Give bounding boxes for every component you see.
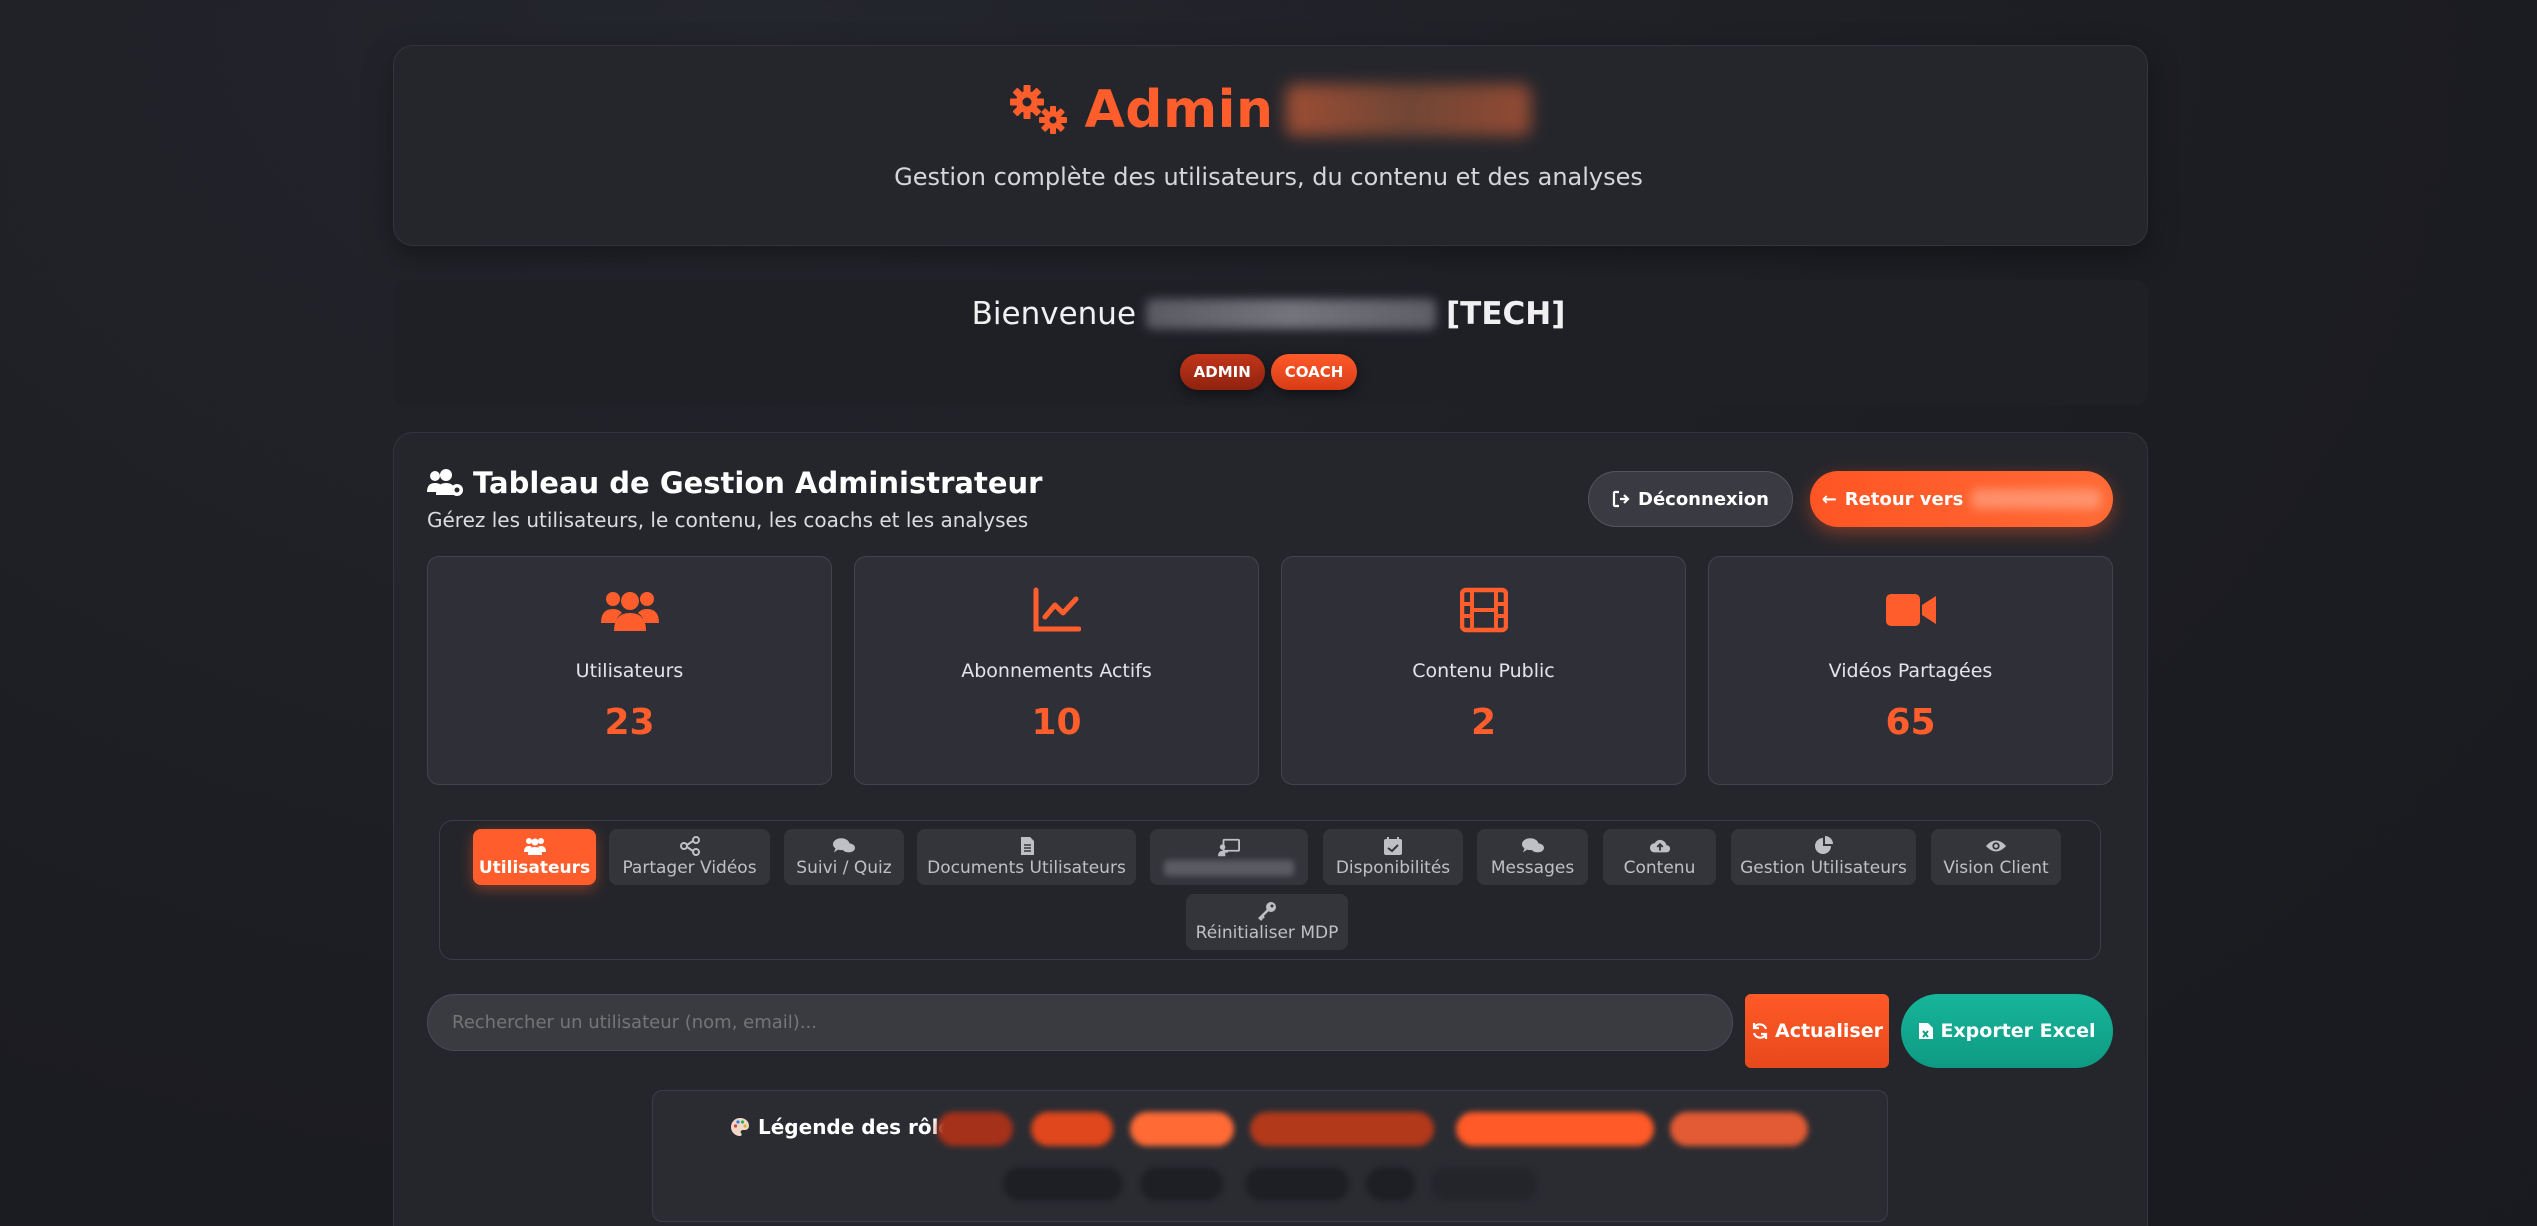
pie-chart-icon xyxy=(1814,836,1833,854)
tab-user-documents[interactable]: Documents Utilisateurs xyxy=(917,829,1136,885)
panel-title: Tableau de Gestion Administrateur xyxy=(427,466,1042,500)
stat-value: 65 xyxy=(1885,702,1936,743)
stat-label: Vidéos Partagées xyxy=(1828,660,1993,682)
legend-chip-redacted xyxy=(1245,1167,1349,1201)
stat-card-users: Utilisateurs 23 xyxy=(427,556,832,785)
document-icon xyxy=(1020,837,1034,855)
tab-follow-quiz[interactable]: Suivi / Quiz xyxy=(784,829,904,885)
stat-label: Contenu Public xyxy=(1412,660,1555,682)
refresh-label: Actualiser xyxy=(1775,1020,1883,1042)
sign-out-icon xyxy=(1612,490,1630,508)
export-excel-button[interactable]: Exporter Excel xyxy=(1901,994,2113,1068)
users-cog-icon xyxy=(427,469,463,496)
tab-label: Contenu xyxy=(1623,858,1696,878)
film-icon xyxy=(1459,587,1508,633)
stat-value: 10 xyxy=(1031,702,1082,743)
legend-chip-redacted xyxy=(1031,1112,1113,1146)
users-icon xyxy=(523,838,546,855)
chart-line-icon xyxy=(1033,587,1081,632)
tab-label: Suivi / Quiz xyxy=(796,858,892,878)
tab-users[interactable]: Utilisateurs xyxy=(473,829,596,885)
tab-content[interactable]: Contenu xyxy=(1603,829,1716,885)
legend-title-text: Légende des rôles xyxy=(758,1115,964,1139)
tab-redacted[interactable] xyxy=(1150,829,1308,885)
legend-chip-redacted xyxy=(1140,1167,1223,1201)
tab-label: Documents Utilisateurs xyxy=(927,858,1126,878)
stat-label: Abonnements Actifs xyxy=(961,660,1152,682)
search-input[interactable] xyxy=(427,994,1733,1051)
welcome-line: Bienvenue [TECH] xyxy=(0,296,2537,332)
page-title: Admin xyxy=(1084,80,1274,140)
tab-reset-password[interactable]: Réinitialiser MDP xyxy=(1186,894,1348,950)
legend-chip-redacted xyxy=(1366,1167,1416,1201)
refresh-button[interactable]: Actualiser xyxy=(1745,994,1889,1068)
legend-chip-redacted xyxy=(1456,1112,1654,1146)
redacted-tab-label xyxy=(1164,860,1294,876)
page-subtitle: Gestion complète des utilisateurs, du co… xyxy=(894,163,1643,191)
tab-label: Gestion Utilisateurs xyxy=(1740,858,1907,878)
tab-label: Réinitialiser MDP xyxy=(1195,923,1339,943)
tab-availability[interactable]: Disponibilités xyxy=(1323,829,1463,885)
tab-messages[interactable]: Messages xyxy=(1477,829,1588,885)
tab-user-management[interactable]: Gestion Utilisateurs xyxy=(1731,829,1916,885)
return-label: Retour vers xyxy=(1844,488,1964,510)
stat-card-public-content: Contenu Public 2 xyxy=(1281,556,1686,785)
tab-label: Partager Vidéos xyxy=(622,858,757,878)
stat-value: 23 xyxy=(604,702,655,743)
header-title: Admin xyxy=(0,80,2537,140)
welcome-suffix: [TECH] xyxy=(1446,296,1566,332)
messages-icon xyxy=(1521,838,1544,853)
badge-admin: ADMIN xyxy=(1179,354,1265,390)
legend-chip-redacted xyxy=(1670,1112,1808,1146)
legend-chip-redacted xyxy=(1431,1167,1537,1201)
legend-title: Légende des rôles xyxy=(730,1115,964,1139)
file-excel-icon xyxy=(1919,1023,1934,1039)
tab-label: Utilisateurs xyxy=(478,858,591,878)
stat-card-subscriptions: Abonnements Actifs 10 xyxy=(854,556,1259,785)
redacted-brand xyxy=(1285,84,1531,136)
stat-label: Utilisateurs xyxy=(575,660,684,682)
stat-value: 2 xyxy=(1470,702,1497,743)
tab-label: Vision Client xyxy=(1943,858,2049,878)
share-icon xyxy=(679,836,700,856)
palette-icon xyxy=(731,1118,749,1136)
badge-coach: COACH xyxy=(1270,354,1358,390)
return-button[interactable]: ← Retour vers xyxy=(1810,471,2113,527)
calendar-check-icon xyxy=(1384,837,1402,855)
logout-label: Déconnexion xyxy=(1638,488,1769,510)
header-card xyxy=(393,45,2148,246)
panel-subtitle: Gérez les utilisateurs, le contenu, les … xyxy=(427,508,1029,532)
welcome-greeting: Bienvenue xyxy=(971,296,1137,332)
eye-icon xyxy=(1985,840,2007,852)
redacted-user-name xyxy=(1146,299,1437,329)
key-icon xyxy=(1258,902,1276,921)
legend-chip-redacted xyxy=(1003,1167,1123,1201)
sync-icon xyxy=(1752,1023,1768,1039)
legend-chip-redacted xyxy=(1130,1112,1234,1146)
legend-chip-redacted xyxy=(1250,1112,1434,1146)
stat-card-shared-videos: Vidéos Partagées 65 xyxy=(1708,556,2113,785)
gears-icon xyxy=(1009,85,1067,134)
redacted-brand-small xyxy=(1971,489,2102,509)
roles-legend xyxy=(652,1090,1888,1222)
arrow-left-icon: ← xyxy=(1821,488,1837,510)
tab-share-videos[interactable]: Partager Vidéos xyxy=(609,829,770,885)
video-camera-icon xyxy=(1885,594,1936,626)
comments-icon xyxy=(833,838,855,853)
role-badges: ADMIN COACH xyxy=(0,354,2537,390)
panel-title-text: Tableau de Gestion Administrateur xyxy=(473,466,1043,500)
logout-button[interactable]: Déconnexion xyxy=(1588,471,1793,527)
users-icon xyxy=(600,592,659,631)
cloud-upload-icon xyxy=(1649,839,1670,853)
tab-label: Disponibilités xyxy=(1335,858,1451,878)
tab-label: Messages xyxy=(1490,858,1575,878)
tab-client-vision[interactable]: Vision Client xyxy=(1931,829,2061,885)
presentation-icon xyxy=(1218,838,1240,857)
legend-chip-redacted xyxy=(937,1112,1013,1146)
export-label: Exporter Excel xyxy=(1940,1020,2096,1042)
